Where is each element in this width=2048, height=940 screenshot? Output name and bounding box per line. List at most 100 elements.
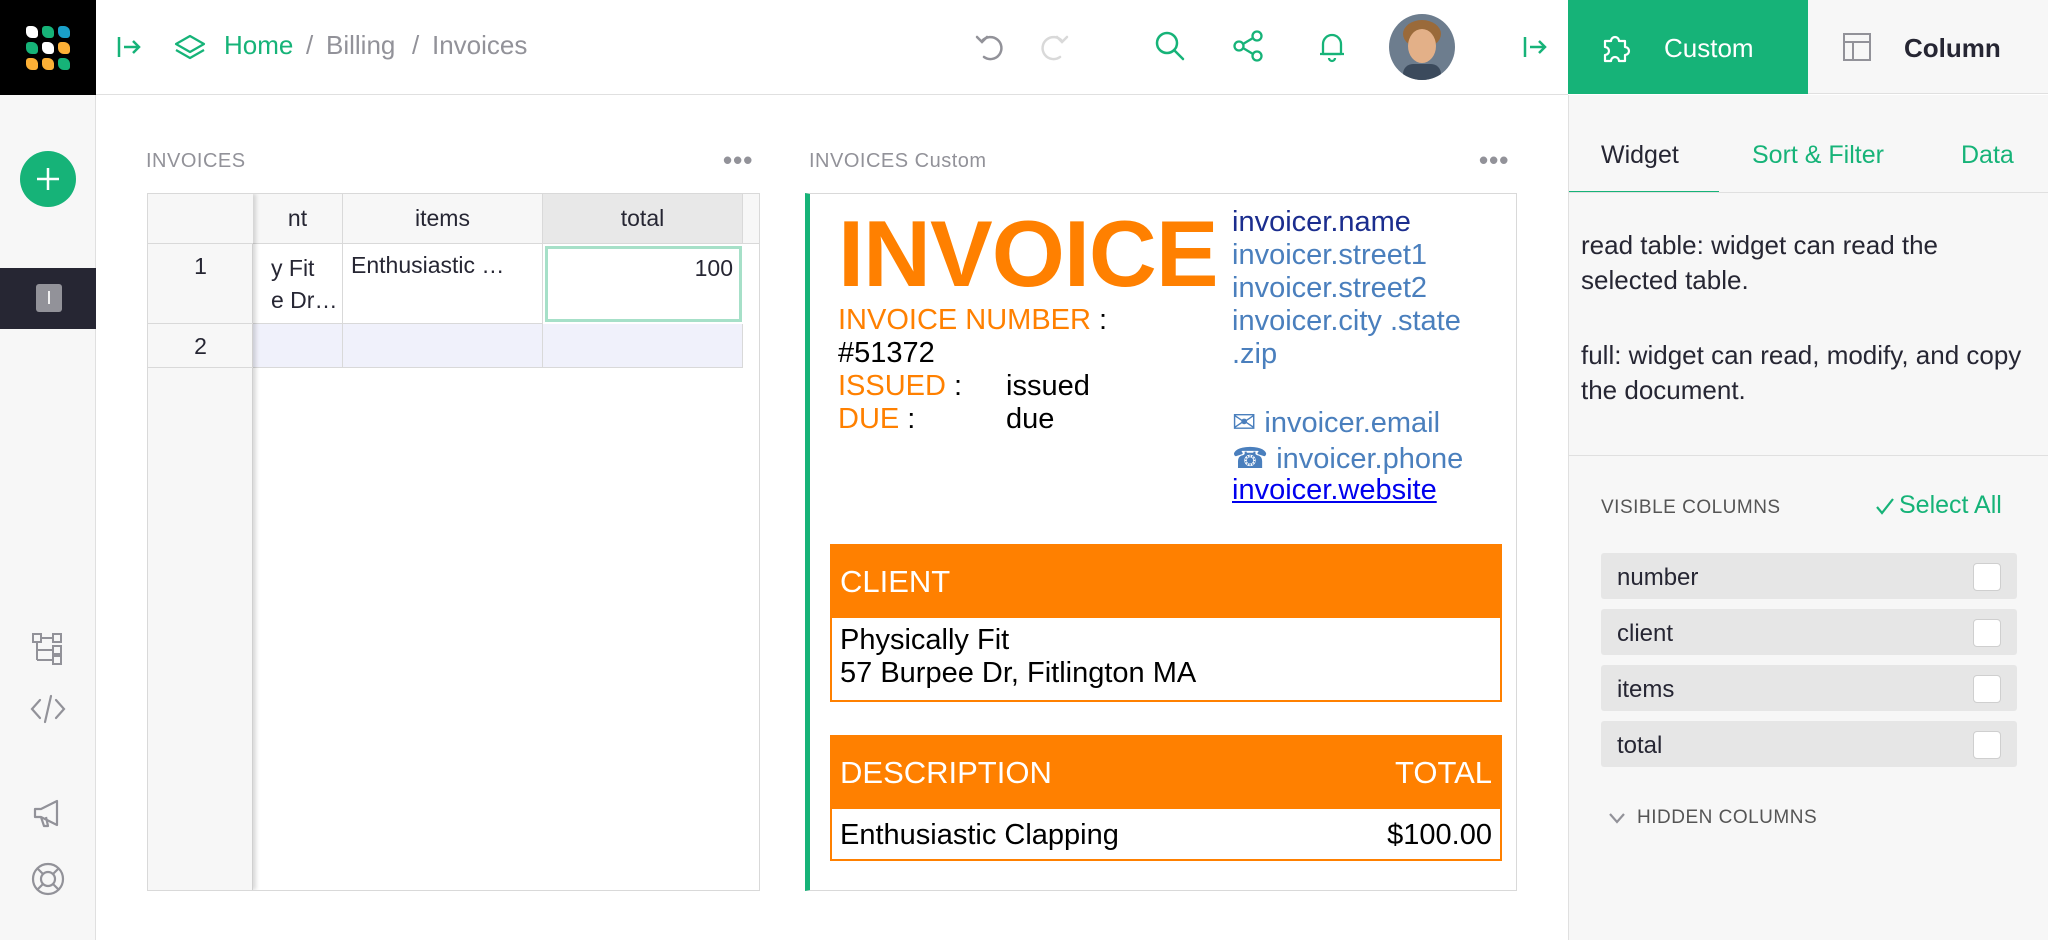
client-box-header: CLIENT [830, 544, 1502, 618]
top-bar: Home / Billing / Invoices [0, 0, 1568, 95]
undo-icon[interactable] [972, 28, 1008, 64]
email-icon: ✉ [1232, 407, 1257, 439]
section-menu-button[interactable]: ••• [723, 145, 753, 176]
select-all-label: Select All [1899, 491, 2002, 519]
invoice-heading: INVOICE [838, 201, 1219, 306]
raw-data-icon[interactable] [30, 631, 66, 667]
description-box-body: Enthusiastic Clapping $100.00 [830, 809, 1502, 861]
visible-column-item[interactable]: items [1601, 665, 2017, 711]
column-checkbox[interactable] [1973, 731, 2001, 759]
row-number[interactable]: 1 [148, 244, 253, 324]
invoicer-street1: invoicer.street1 [1232, 239, 1428, 271]
subtab-sort-filter[interactable]: Sort & Filter [1752, 141, 1884, 170]
column-checkbox[interactable] [1973, 675, 2001, 703]
column-checkbox[interactable] [1973, 619, 2001, 647]
announcement-icon[interactable] [30, 795, 66, 831]
row-number-column: 1 2 [148, 194, 253, 890]
invoicer-zip: .zip [1232, 338, 1278, 370]
panel-expand-icon[interactable] [1520, 32, 1550, 62]
breadcrumb-separator: / [306, 30, 314, 60]
description-box-header: DESCRIPTION TOTAL [830, 735, 1502, 809]
line-item-description: Enthusiastic Clapping [840, 819, 1119, 851]
visible-column-item[interactable]: total [1601, 721, 2017, 767]
invoicer-name: invoicer.name [1232, 206, 1411, 238]
cell-total-selected[interactable]: 100 [545, 246, 742, 322]
visible-column-item[interactable]: client [1601, 609, 2017, 655]
tab-custom[interactable]: Custom [1568, 0, 1808, 94]
add-column-header[interactable] [743, 194, 759, 244]
column-header-items[interactable]: items [343, 194, 543, 244]
column-header-label: nt [287, 205, 308, 231]
hidden-columns-toggle[interactable]: HIDDEN COLUMNS [1607, 807, 1817, 829]
client-header-label: CLIENT [840, 564, 951, 599]
page-item-invoices[interactable]: I [0, 268, 96, 329]
checkmark-icon [1876, 497, 1894, 515]
cell-text: e Dr… [271, 287, 338, 313]
access-read-description: read table: widget can read the selected… [1581, 230, 1939, 295]
access-full-description: full: widget can read, modify, and copy … [1581, 340, 2022, 405]
cell-items[interactable]: Enthusiastic … [343, 244, 543, 324]
column-header-client[interactable]: nt [253, 194, 343, 244]
due-value: due [1006, 403, 1055, 435]
client-name: Physically Fit [840, 624, 1010, 656]
redo-icon[interactable] [1036, 28, 1072, 64]
user-avatar[interactable] [1389, 14, 1455, 80]
invoicer-website-link[interactable]: invoicer.website [1232, 474, 1437, 507]
invoicer-city-state: invoicer.city .state [1232, 305, 1461, 337]
due-colon: : [907, 403, 916, 435]
cell-text: 100 [694, 255, 733, 281]
column-name: client [1617, 620, 1674, 647]
cell-new-row[interactable] [343, 324, 543, 368]
visible-column-item[interactable]: number [1601, 553, 2017, 599]
chevron-down-icon [1609, 813, 1625, 824]
pages-icon [172, 32, 208, 64]
notification-icon[interactable] [1314, 28, 1350, 64]
cell-client[interactable]: y Fit e Dr… [253, 244, 343, 324]
issued-label: ISSUED [838, 370, 946, 402]
logo-icon [26, 25, 70, 70]
hidden-columns-label: HIDDEN COLUMNS [1637, 807, 1818, 828]
section-menu-button[interactable]: ••• [1479, 145, 1509, 176]
invoicer-phone: invoicer.phone [1276, 443, 1464, 475]
cell-new-row[interactable] [543, 324, 743, 368]
divider [1569, 192, 2048, 193]
add-new-button[interactable] [20, 151, 76, 207]
column-header-label: total [620, 205, 665, 231]
row-number[interactable]: 2 [148, 324, 253, 368]
issued-value: issued [1006, 370, 1090, 402]
issued-colon: : [954, 370, 963, 402]
column-name: items [1617, 676, 1675, 703]
column-header-label: items [415, 205, 470, 231]
tab-column[interactable]: Column [1808, 0, 2048, 94]
total-header-label: TOTAL [1394, 755, 1492, 790]
client-address: 57 Burpee Dr, Fitlington MA [840, 657, 1197, 689]
cell-new-row[interactable] [253, 324, 343, 368]
invoices-grid[interactable]: 1 2 nt items total y Fit e Dr… Enthusias… [147, 193, 760, 891]
subtab-widget[interactable]: Widget [1601, 141, 1679, 170]
select-all-button[interactable]: Select All [1874, 491, 2002, 520]
subtab-data[interactable]: Data [1961, 141, 2014, 170]
line-item-total: $100.00 [1387, 819, 1492, 851]
invoicer-street2: invoicer.street2 [1232, 272, 1428, 304]
logo[interactable] [0, 0, 96, 95]
left-sidebar: I [0, 95, 96, 940]
visible-columns-label: VISIBLE COLUMNS [1601, 497, 1781, 518]
breadcrumb-home[interactable]: Home [224, 30, 293, 61]
corner-cell [148, 194, 253, 244]
column-checkbox[interactable] [1973, 563, 2001, 591]
custom-invoice-widget[interactable]: INVOICE INVOICE NUMBER : #51372 ISSUED :… [805, 193, 1517, 891]
code-view-icon[interactable] [28, 691, 68, 727]
phone-icon: ☎ [1232, 443, 1269, 475]
divider [1569, 455, 2048, 456]
share-icon[interactable] [1230, 28, 1266, 64]
panel-collapse-icon[interactable] [114, 32, 144, 62]
tab-custom-label: Custom [1664, 33, 1754, 63]
search-icon[interactable] [1152, 28, 1188, 64]
breadcrumb-invoices[interactable]: Invoices [432, 30, 527, 61]
breadcrumb-billing[interactable]: Billing [326, 30, 395, 61]
plus-icon [37, 168, 59, 190]
help-icon[interactable] [28, 859, 68, 899]
column-header-total[interactable]: total [543, 194, 743, 244]
column-name: number [1617, 564, 1699, 591]
section-title-invoices: INVOICES [146, 150, 246, 172]
